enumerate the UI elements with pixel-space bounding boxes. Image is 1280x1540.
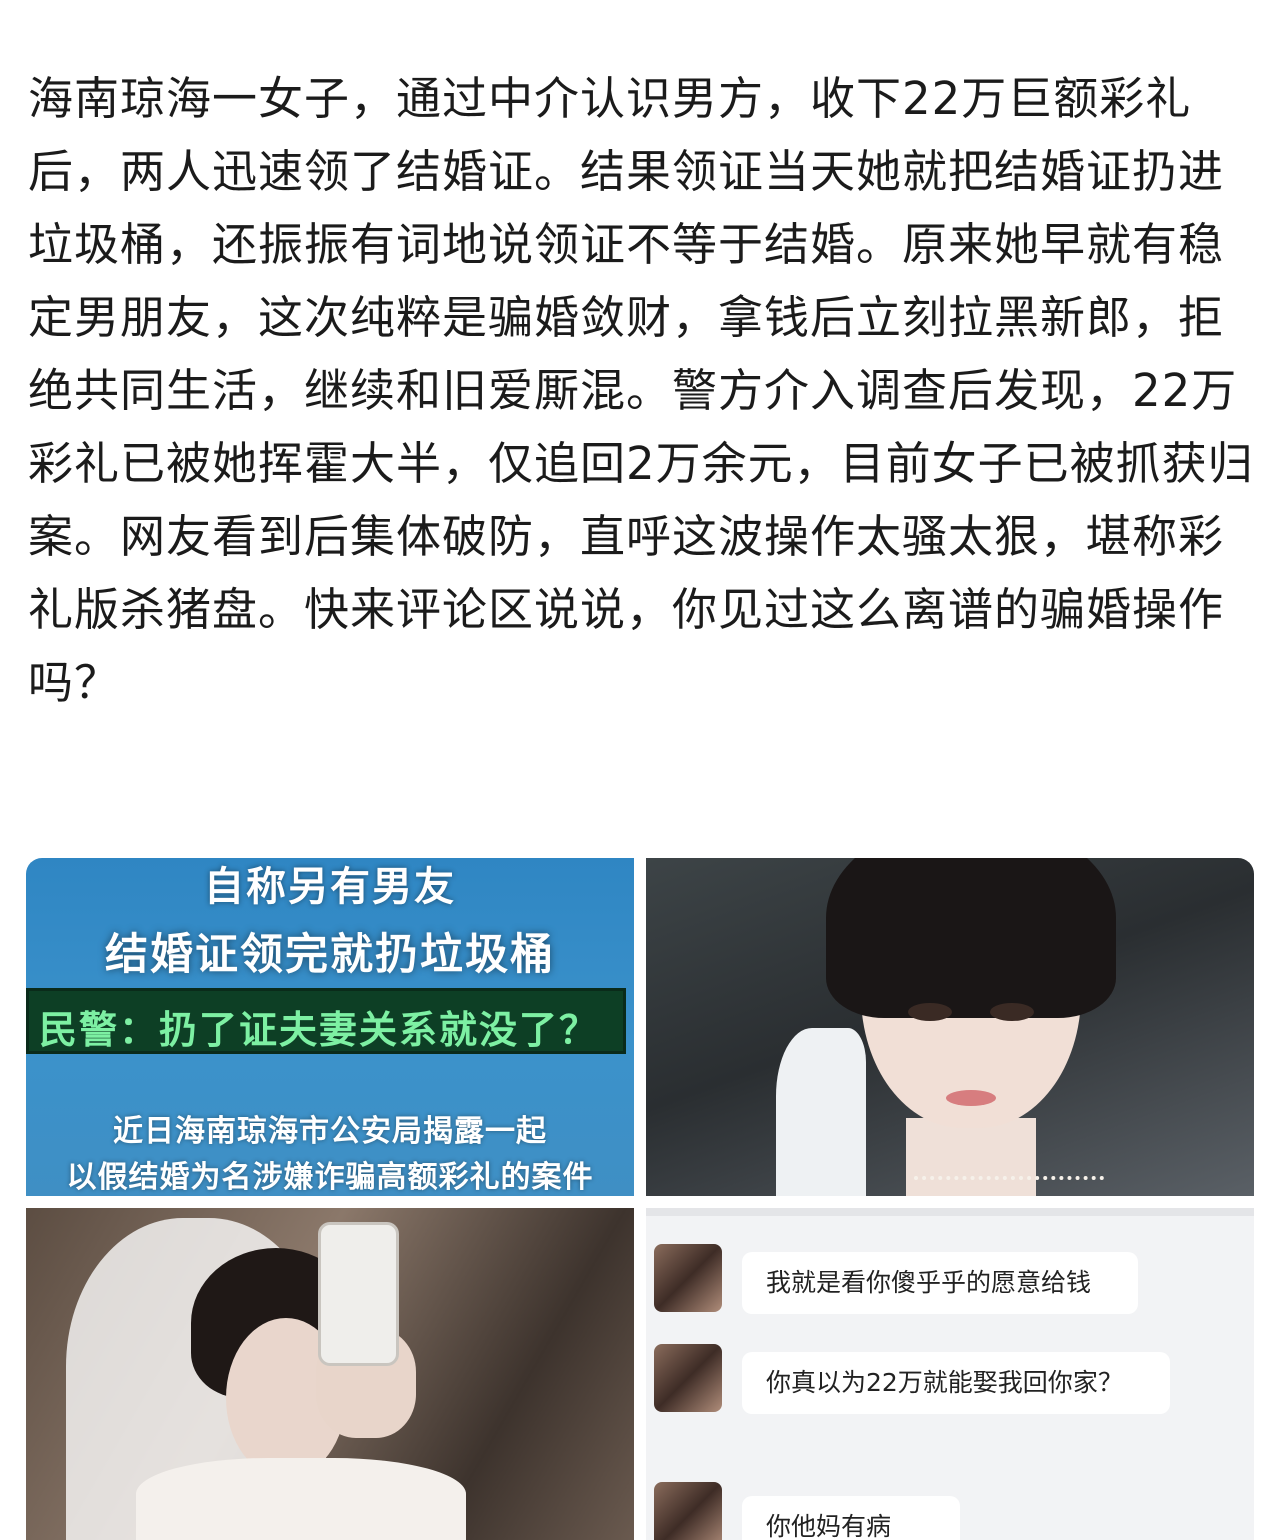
selfie-photo[interactable] <box>646 858 1254 1196</box>
image-grid: 自称另有男友 结婚证领完就扔垃圾桶 民警：扔了证夫妻关系就没了？ 近日海南琼海市… <box>26 858 1254 1540</box>
neck-shape <box>906 1118 1036 1196</box>
avatar <box>654 1344 722 1412</box>
news-title: 结婚证领完就扔垃圾桶 <box>105 930 555 980</box>
left-eye-shape <box>908 1003 952 1021</box>
chat-bubble: 我就是看你傻乎乎的愿意给钱 <box>742 1252 1138 1314</box>
chat-top-strip <box>646 1208 1254 1216</box>
necklace-shape <box>914 1168 1104 1180</box>
news-body-line-1: 近日海南琼海市公安局揭露一起 <box>113 1114 547 1149</box>
news-screenshot-image[interactable]: 自称另有男友 结婚证领完就扔垃圾桶 民警：扔了证夫妻关系就没了？ 近日海南琼海市… <box>26 858 634 1196</box>
headrest-shape <box>776 1028 866 1196</box>
post-body-text: 海南琼海一女子，通过中介认识男方，收下22万巨额彩礼后，两人迅速领了结婚证。结果… <box>28 72 1254 709</box>
bridal-veil-mirror-selfie-photo[interactable] <box>26 1208 634 1540</box>
lips-shape <box>946 1090 996 1106</box>
hair-shape <box>826 858 1116 1018</box>
news-title-partial: 自称另有男友 <box>204 864 456 910</box>
chat-screenshot-image[interactable]: 我就是看你傻乎乎的愿意给钱 你真以为22万就能娶我回你家？ 你他妈有病吧？ <box>646 1208 1254 1540</box>
dress-shape <box>136 1458 466 1540</box>
chat-bubble: 你真以为22万就能娶我回你家？ <box>742 1352 1170 1414</box>
right-eye-shape <box>990 1003 1034 1021</box>
news-quote-text: 民警：扔了证夫妻关系就没了？ <box>39 1007 600 1052</box>
phone-shape <box>318 1222 399 1366</box>
avatar <box>654 1482 722 1540</box>
news-body-line-2: 以假结婚为名涉嫌诈骗高额彩礼的案件 <box>66 1160 594 1195</box>
news-quote-band: 民警：扔了证夫妻关系就没了？ <box>26 988 626 1054</box>
avatar <box>654 1244 722 1312</box>
chat-bubble: 你他妈有病吧？ <box>742 1496 960 1540</box>
